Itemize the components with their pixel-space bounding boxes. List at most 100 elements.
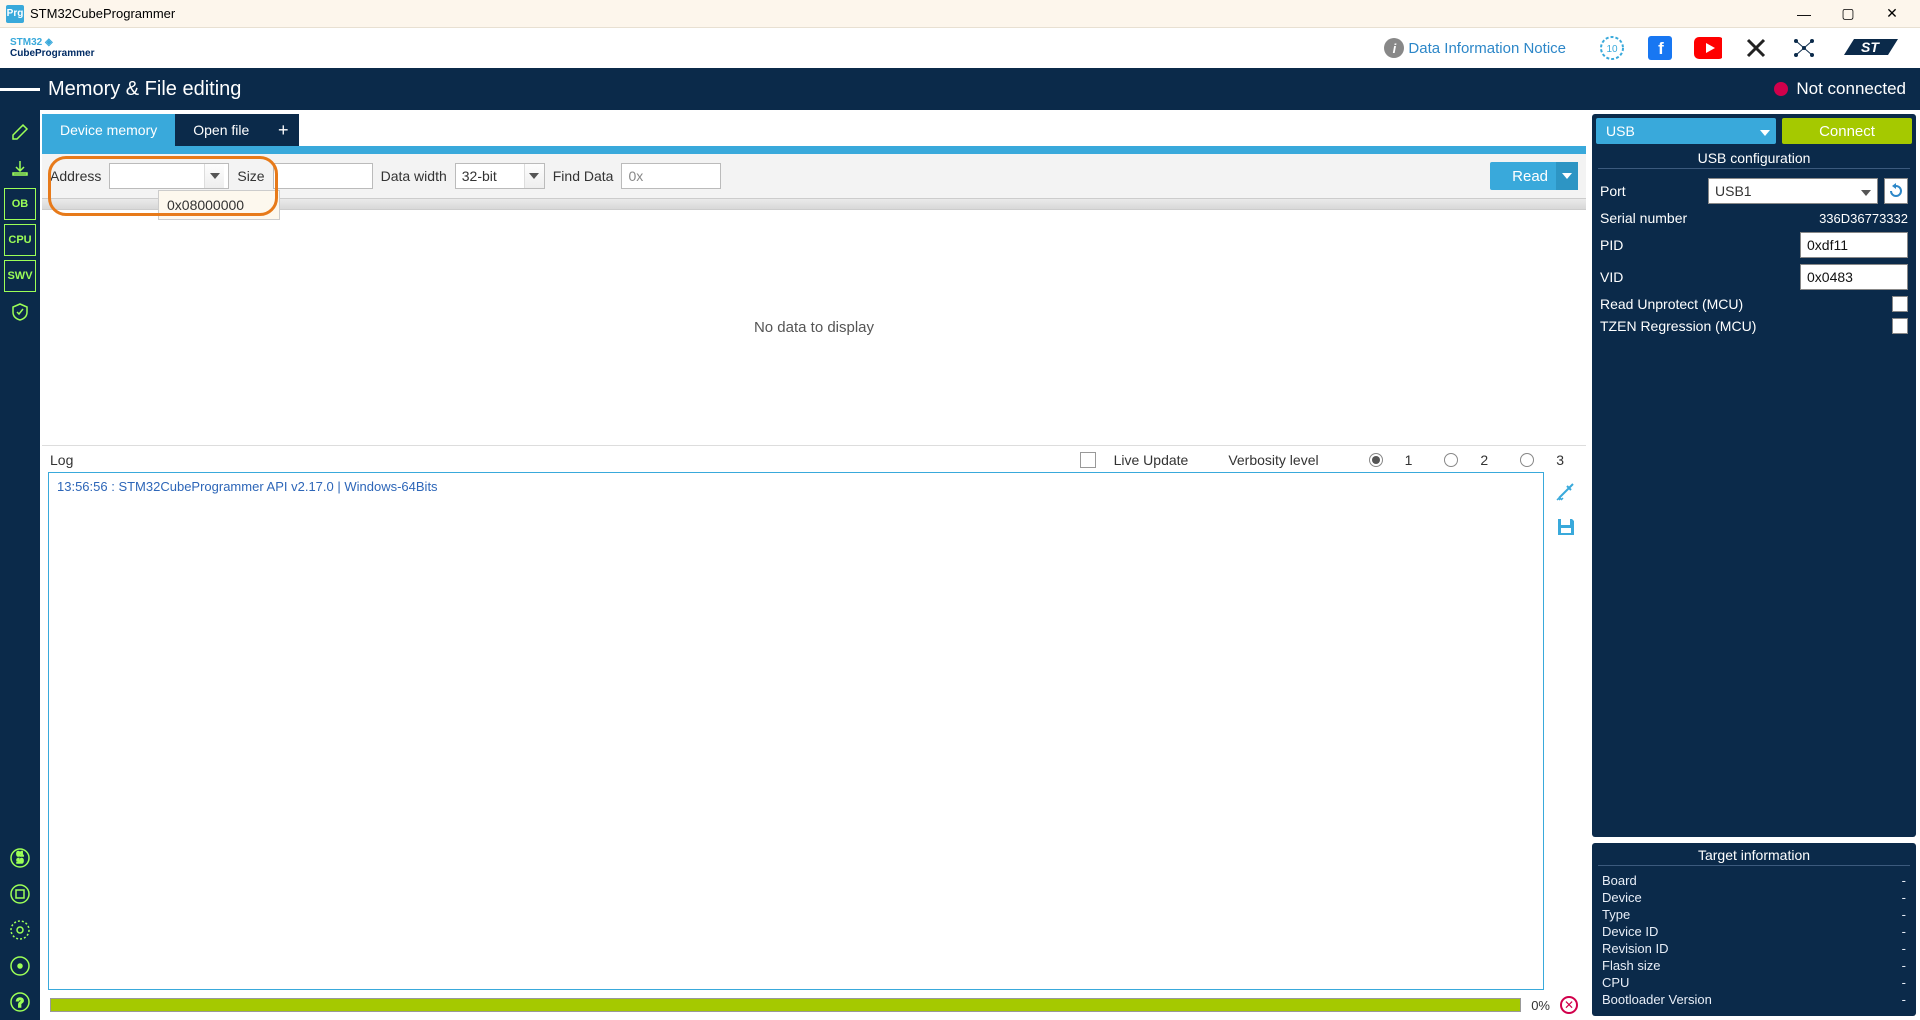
menu-button[interactable]	[0, 68, 40, 110]
verbosity-radio-2[interactable]	[1444, 453, 1458, 467]
port-select[interactable]: USB1	[1708, 178, 1878, 204]
connect-button[interactable]: Connect	[1782, 118, 1912, 144]
target-row-value: -	[1902, 873, 1906, 888]
tool-shield[interactable]	[4, 296, 36, 328]
maximize-button[interactable]: ▢	[1826, 0, 1870, 28]
target-row-value: -	[1902, 924, 1906, 939]
save-log-icon[interactable]	[1555, 516, 1577, 538]
target-row-value: -	[1902, 907, 1906, 922]
target-row-value: -	[1902, 975, 1906, 990]
log-entry: 13:56:56 : STM32CubeProgrammer API v2.17…	[57, 479, 1535, 494]
target-row: Board-	[1592, 872, 1916, 889]
target-row: Type -	[1592, 906, 1916, 923]
x-icon[interactable]	[1742, 37, 1770, 59]
pid-input[interactable]	[1800, 232, 1908, 258]
svg-text:?: ?	[16, 995, 24, 1010]
verbosity-radio-1[interactable]	[1369, 453, 1383, 467]
connection-status-text: Not connected	[1796, 79, 1906, 99]
log-header: Log Live Update Verbosity level 1 2 3	[42, 446, 1586, 472]
read-unprotect-checkbox[interactable]	[1892, 296, 1908, 312]
tool-chip[interactable]	[4, 878, 36, 910]
address-dropdown-option[interactable]: 0x08000000	[159, 191, 279, 219]
verbosity-label-3: 3	[1556, 452, 1564, 468]
clear-log-icon[interactable]	[1555, 480, 1577, 502]
progress-percent: 0%	[1531, 998, 1550, 1013]
read-button[interactable]: Read	[1490, 162, 1578, 190]
target-row-value: -	[1902, 941, 1906, 956]
address-input[interactable]	[110, 164, 204, 188]
left-tool-rail: OB CPU SWV 0110 ?	[0, 110, 40, 1020]
info-icon: i	[1384, 38, 1404, 58]
facebook-icon[interactable]: f	[1646, 37, 1674, 59]
data-notice-link[interactable]: Data Information Notice	[1408, 40, 1566, 57]
verbosity-label-2: 2	[1480, 452, 1488, 468]
memory-grid-body: No data to display	[42, 210, 1586, 446]
connection-panel: USB Connect USB configuration Port USB1 …	[1592, 114, 1916, 837]
svg-text:10: 10	[17, 859, 24, 865]
target-row: Device ID-	[1592, 923, 1916, 940]
target-row: Flash size-	[1592, 957, 1916, 974]
memory-empty-text: No data to display	[754, 319, 874, 336]
tool-option-bytes[interactable]: OB	[4, 188, 36, 220]
target-row-value: -	[1902, 890, 1906, 905]
finddata-label: Find Data	[553, 168, 614, 184]
live-update-checkbox[interactable]	[1080, 452, 1096, 468]
datawidth-value: 32-bit	[456, 168, 503, 184]
badge-icon: 10	[1598, 37, 1626, 59]
tab-add[interactable]: +	[267, 114, 299, 146]
brand-band: STM32 ◈ CubeProgrammer i Data Informatio…	[0, 28, 1920, 68]
address-combo[interactable]	[109, 163, 229, 189]
read-unprotect-label: Read Unprotect (MCU)	[1600, 296, 1886, 312]
size-input[interactable]	[273, 163, 373, 189]
tool-binary[interactable]: 0110	[4, 842, 36, 874]
tool-swv[interactable]: SWV	[4, 260, 36, 292]
st-logo: ST	[1838, 37, 1900, 59]
tzen-checkbox[interactable]	[1892, 318, 1908, 334]
tool-download[interactable]	[4, 152, 36, 184]
tool-target[interactable]	[4, 950, 36, 982]
tab-row: Device memory Open file +	[42, 114, 1586, 146]
port-refresh-button[interactable]	[1884, 178, 1908, 204]
read-caret[interactable]	[1556, 162, 1578, 190]
protocol-caret-icon	[1760, 123, 1770, 139]
serial-value: 336D36773332	[1819, 211, 1908, 226]
progress-bar	[50, 998, 1521, 1012]
target-row-label: Revision ID	[1602, 941, 1668, 956]
target-title: Target information	[1592, 843, 1916, 865]
tab-device-memory[interactable]: Device memory	[42, 114, 175, 146]
cubeprogrammer-logo: STM32 ◈ CubeProgrammer	[10, 37, 94, 59]
center-column: Device memory Open file + Address Size D…	[40, 110, 1588, 1020]
address-dropdown-popup: 0x08000000	[158, 190, 280, 220]
svg-text:f: f	[1658, 39, 1664, 58]
tool-gear[interactable]	[4, 914, 36, 946]
config-title: USB configuration	[1592, 144, 1916, 168]
target-row-label: Type	[1602, 907, 1630, 922]
vid-label: VID	[1600, 269, 1794, 285]
read-button-label: Read	[1512, 168, 1548, 185]
tool-cpu[interactable]: CPU	[4, 224, 36, 256]
target-row-label: Bootloader Version	[1602, 992, 1712, 1007]
port-label: Port	[1600, 183, 1702, 199]
datawidth-combo[interactable]: 32-bit	[455, 163, 545, 189]
target-row-value: -	[1902, 992, 1906, 1007]
network-icon[interactable]	[1790, 37, 1818, 59]
address-caret[interactable]	[204, 164, 224, 188]
protocol-value: USB	[1606, 123, 1635, 139]
cancel-button[interactable]: ✕	[1560, 996, 1578, 1014]
target-row-label: CPU	[1602, 975, 1629, 990]
finddata-input[interactable]	[621, 163, 721, 189]
memory-toolbar: Address Size Data width 32-bit Find Data…	[42, 154, 1586, 198]
protocol-select[interactable]: USB	[1596, 118, 1776, 144]
vid-input[interactable]	[1800, 264, 1908, 290]
svg-text:01: 01	[17, 852, 24, 858]
datawidth-label: Data width	[381, 168, 447, 184]
close-button[interactable]: ✕	[1870, 0, 1914, 28]
minimize-button[interactable]: —	[1782, 0, 1826, 28]
tool-help[interactable]: ?	[4, 986, 36, 1018]
tab-open-file[interactable]: Open file	[175, 114, 267, 146]
log-box[interactable]: 13:56:56 : STM32CubeProgrammer API v2.17…	[48, 472, 1544, 990]
verbosity-radio-3[interactable]	[1520, 453, 1534, 467]
youtube-icon[interactable]	[1694, 37, 1722, 59]
datawidth-caret[interactable]	[524, 164, 544, 188]
tool-edit[interactable]	[4, 116, 36, 148]
